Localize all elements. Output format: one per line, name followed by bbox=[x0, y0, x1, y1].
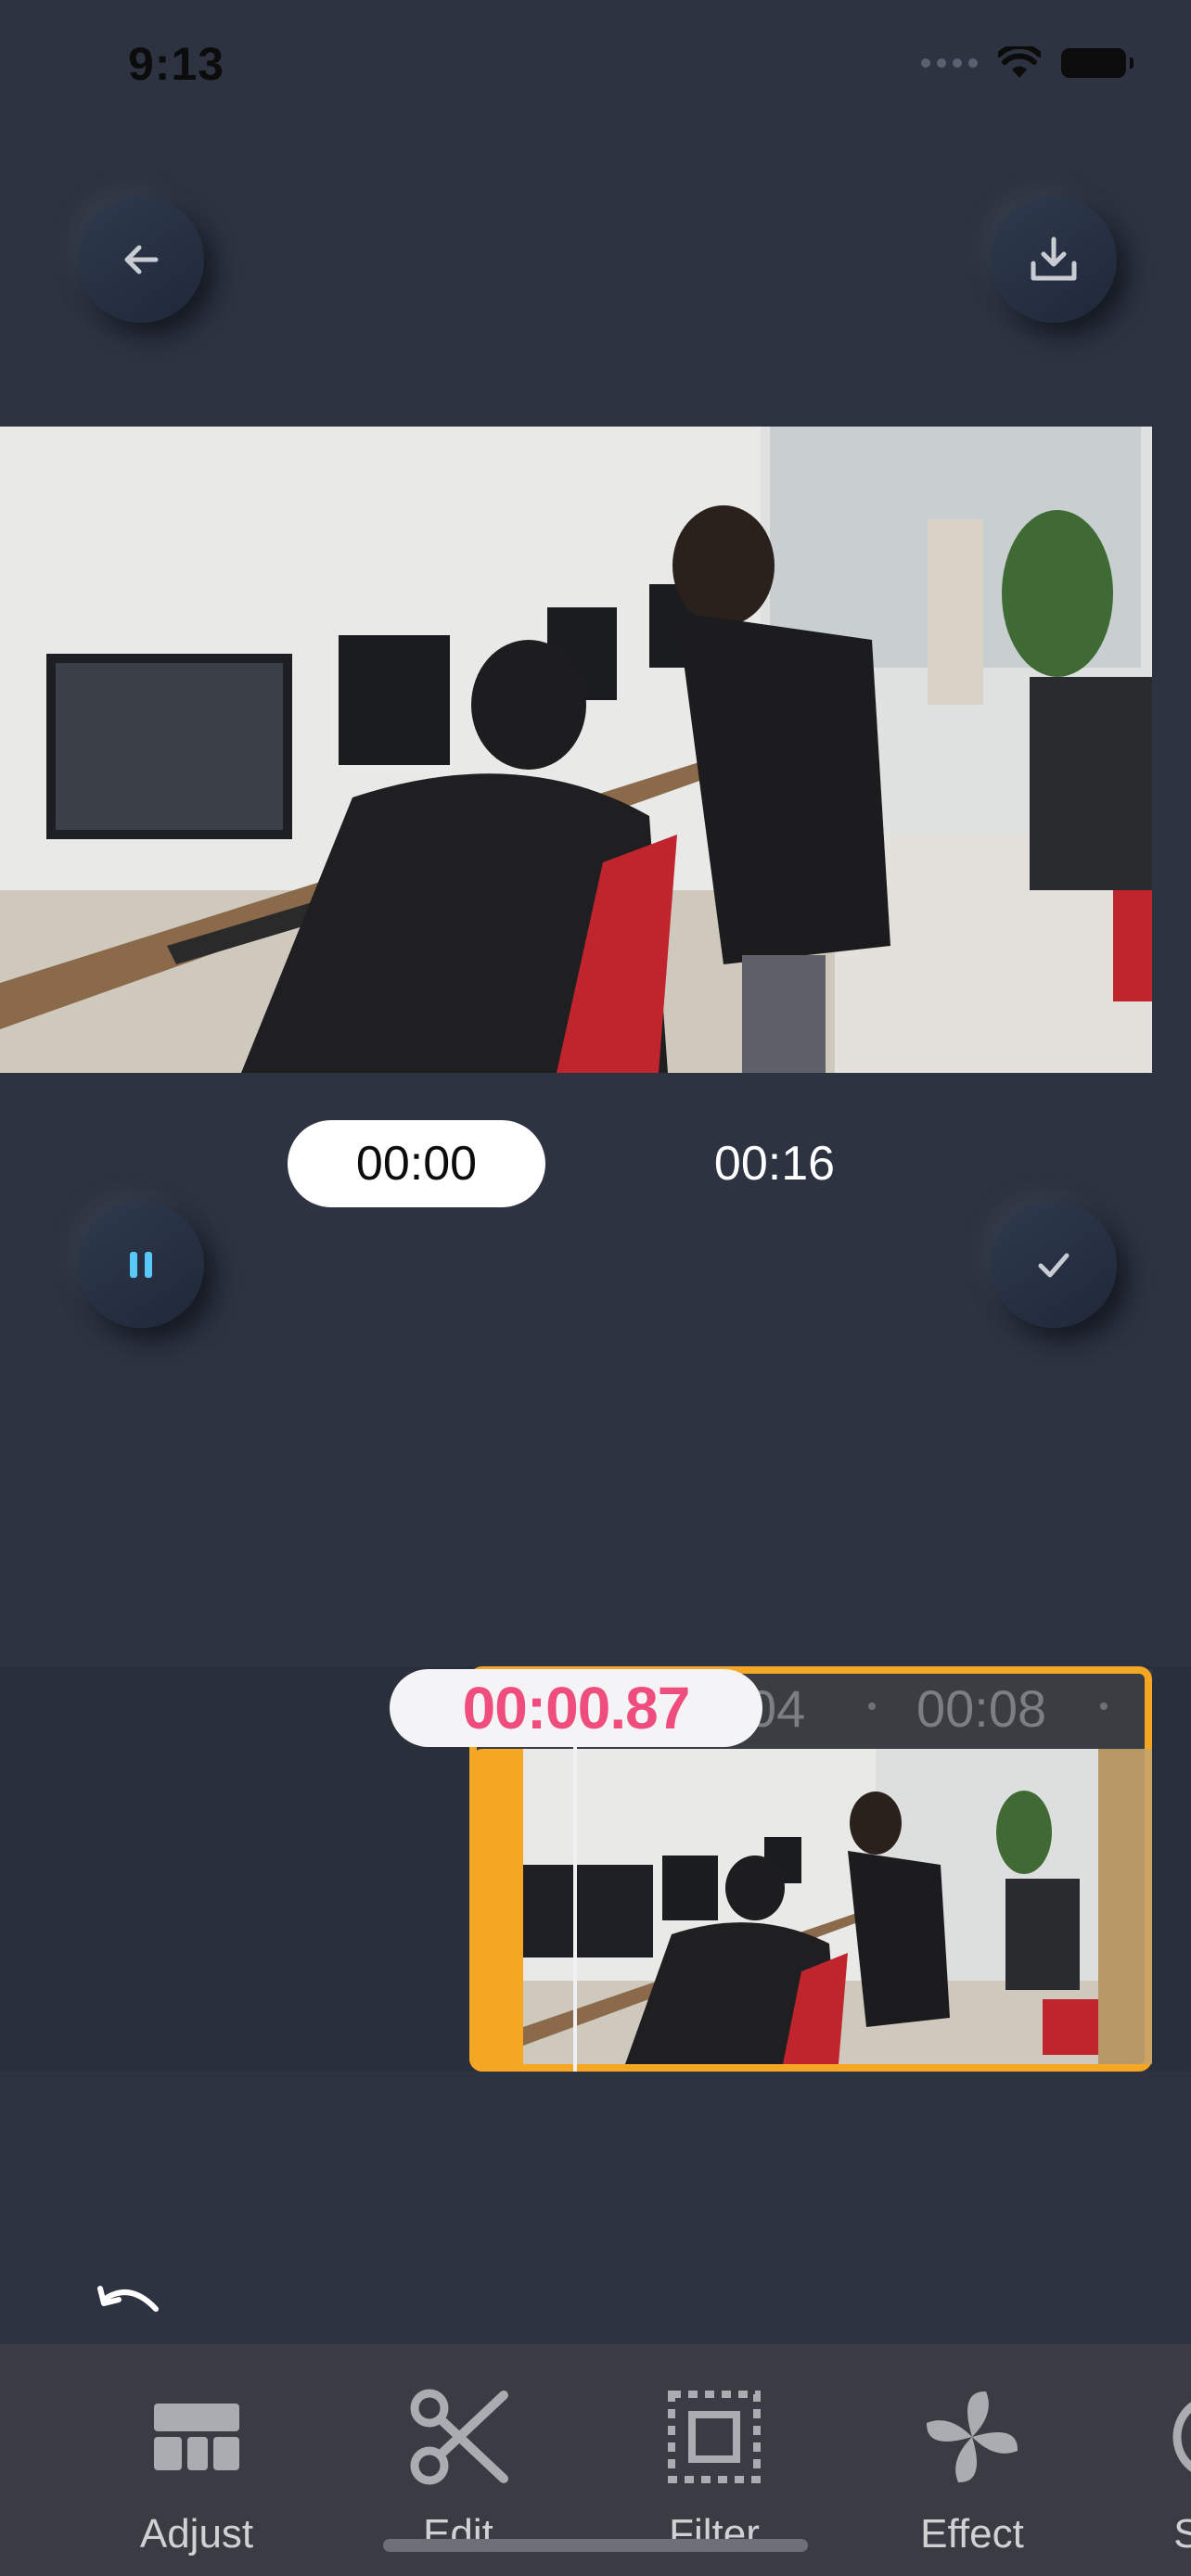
tool-adjust[interactable]: Adjust bbox=[113, 2381, 280, 2557]
filter-icon bbox=[668, 2391, 761, 2483]
tool-label: Effect bbox=[920, 2511, 1024, 2557]
clip-trim-handle-left[interactable] bbox=[469, 1749, 523, 2072]
battery-icon bbox=[1061, 48, 1133, 78]
effect-pinwheel-icon bbox=[926, 2391, 1018, 2483]
sticker-icon bbox=[1172, 2402, 1191, 2472]
tool-edit[interactable]: Edit bbox=[375, 2381, 542, 2557]
status-icons bbox=[921, 46, 1133, 80]
status-time: 9:13 bbox=[128, 38, 225, 90]
video-preview[interactable] bbox=[0, 427, 1152, 1073]
pause-icon bbox=[130, 1252, 152, 1278]
pause-button[interactable] bbox=[78, 1202, 204, 1328]
cellular-signal-icon bbox=[921, 58, 978, 68]
playhead-time-pill: 00:00.87 bbox=[390, 1669, 762, 1747]
clip-thumbnail[interactable] bbox=[523, 1749, 1098, 2064]
total-time-label: 00:16 bbox=[713, 1137, 836, 1191]
confirm-button[interactable] bbox=[991, 1202, 1117, 1328]
undo-icon bbox=[97, 2286, 159, 2312]
tool-effect[interactable]: Effect bbox=[889, 2381, 1056, 2557]
back-button[interactable] bbox=[78, 197, 204, 323]
tool-filter[interactable]: Filter bbox=[631, 2381, 798, 2557]
clip-next-thumbnail bbox=[1098, 1749, 1152, 2064]
arrow-left-icon bbox=[124, 245, 159, 274]
scissors-icon bbox=[410, 2389, 508, 2485]
download-button[interactable] bbox=[991, 197, 1117, 323]
tool-label: Adjust bbox=[139, 2511, 254, 2557]
home-indicator bbox=[383, 2539, 808, 2552]
current-time-pill: 00:00 bbox=[288, 1120, 545, 1207]
playhead-line[interactable] bbox=[573, 1725, 577, 2072]
tool-label: St bbox=[1173, 2511, 1191, 2557]
adjust-icon bbox=[154, 2404, 239, 2470]
clip-thumbnail-image bbox=[523, 1749, 1098, 2064]
checkmark-icon bbox=[1038, 1253, 1069, 1278]
undo-button[interactable] bbox=[96, 2281, 171, 2337]
tool-sticker[interactable]: St bbox=[1109, 2381, 1191, 2557]
download-icon bbox=[1031, 236, 1077, 281]
wifi-icon bbox=[998, 46, 1041, 78]
video-frame-image bbox=[0, 427, 1152, 1073]
